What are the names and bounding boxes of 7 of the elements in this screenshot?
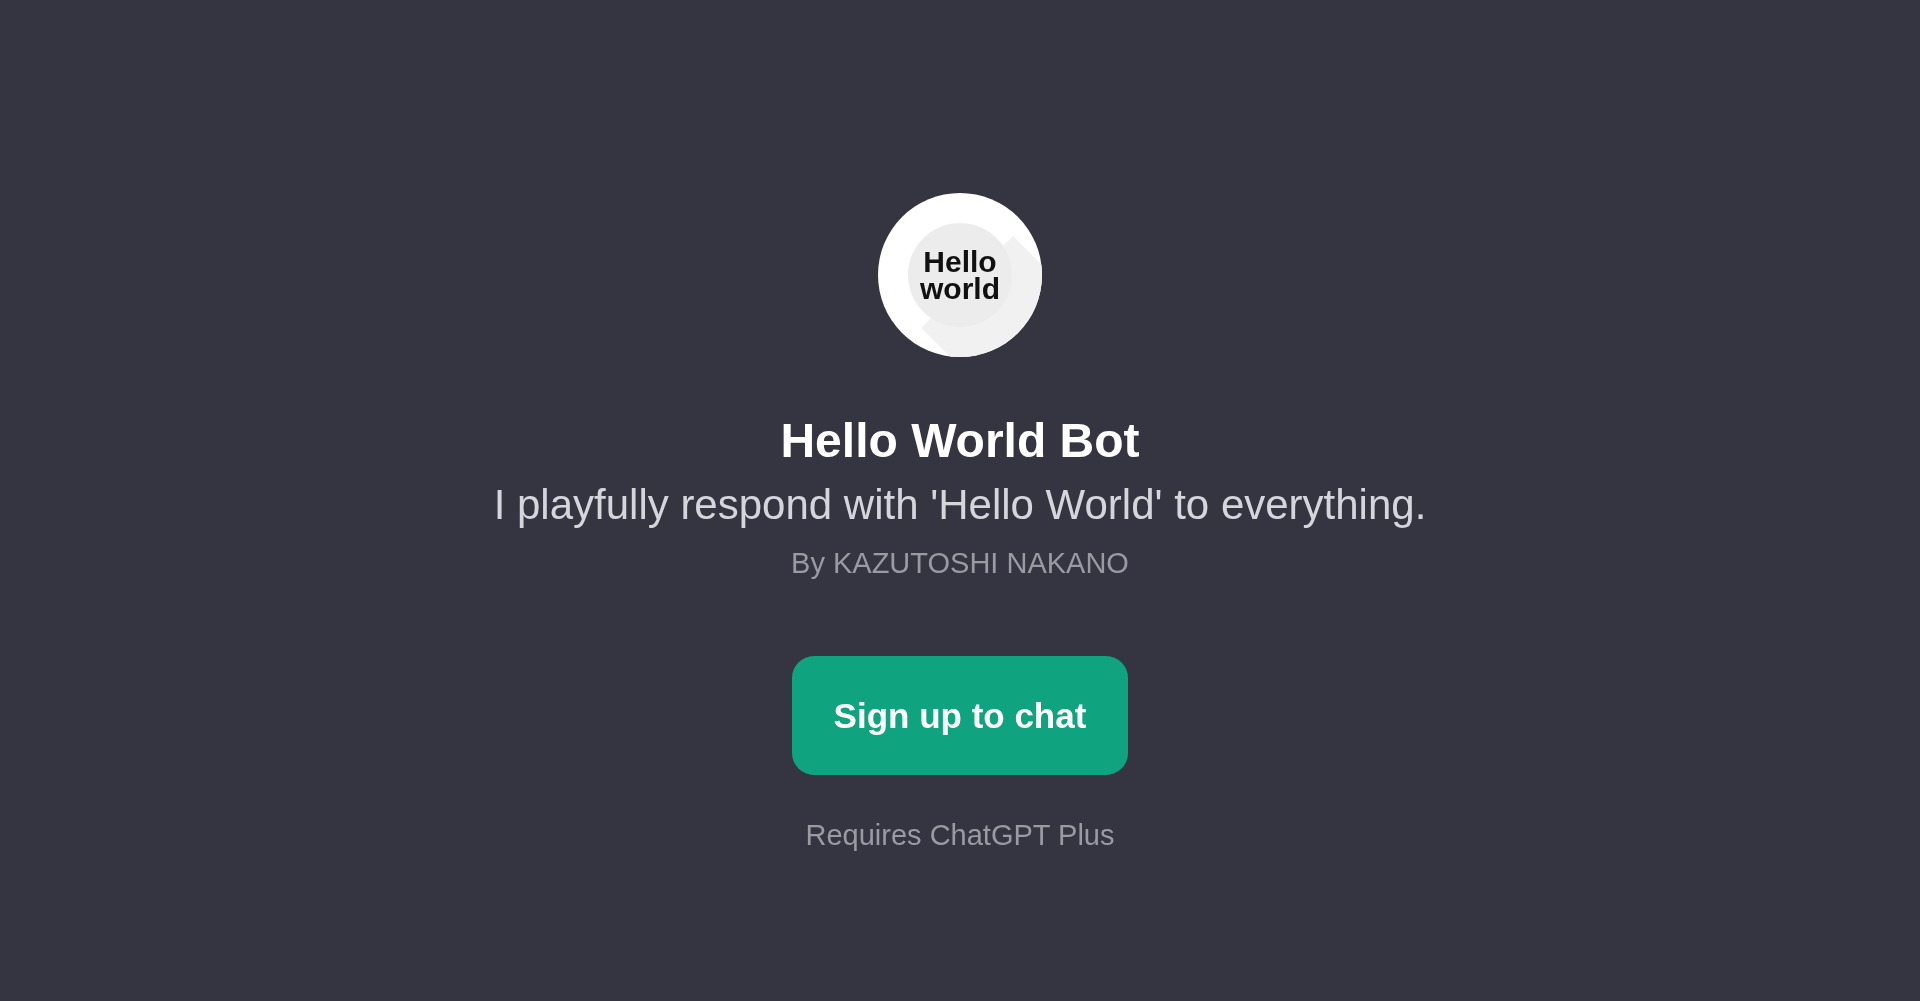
bot-title: Hello World Bot (780, 413, 1140, 469)
author-name: By KAZUTOSHI NAKANO (791, 546, 1129, 581)
logo-text: Hello (923, 248, 997, 275)
requirement-note: Requires ChatGPT Plus (805, 818, 1115, 853)
logo-text: world (920, 275, 1000, 302)
sign-up-button[interactable]: Sign up to chat (792, 656, 1128, 775)
bot-description: I playfully respond with 'Hello World' to everything. (493, 480, 1427, 530)
